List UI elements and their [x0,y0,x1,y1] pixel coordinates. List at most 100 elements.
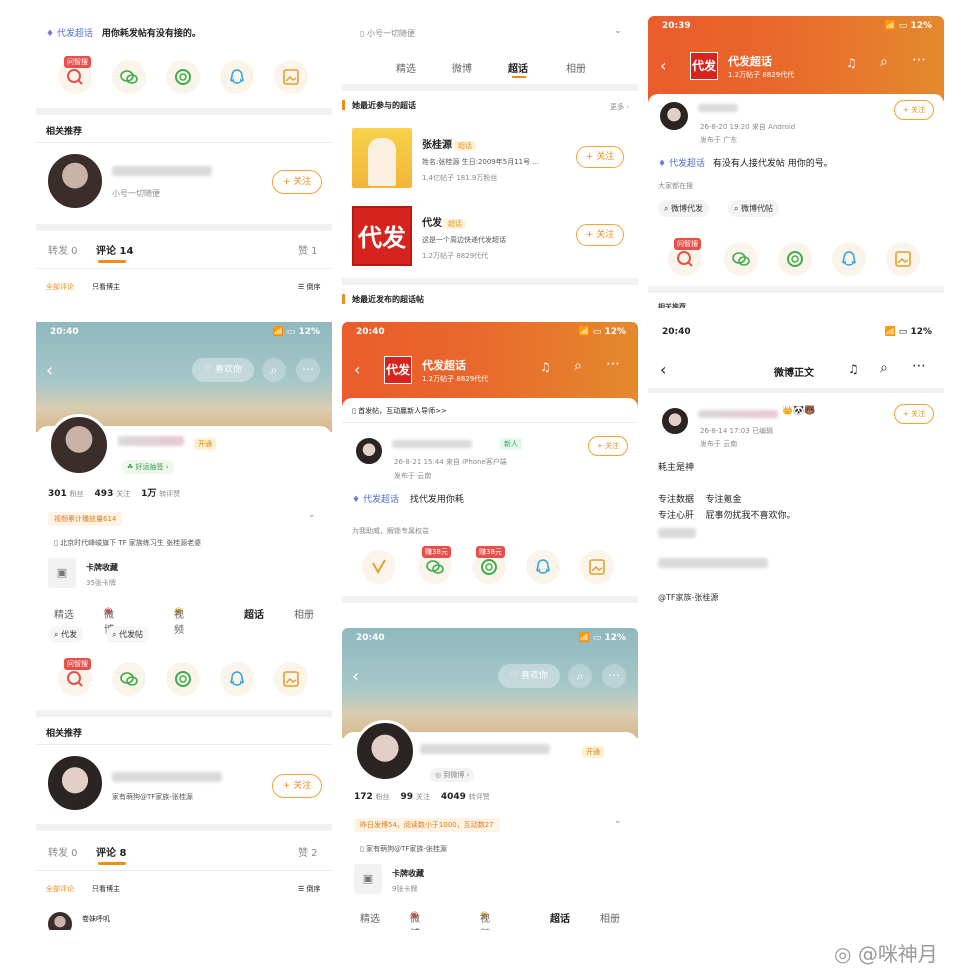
likes-count[interactable]: 4049 [441,792,466,802]
mention-link[interactable]: @TF家族-张桂源 [658,592,718,603]
card-title[interactable]: 卡牌收藏 [392,868,424,879]
more-icon[interactable]: ⋯ [606,356,620,372]
search-chip[interactable]: ⌕ 微博代帖 [728,200,780,217]
moments-share-icon[interactable] [166,60,200,94]
back-arrow-icon[interactable]: ‹ [46,360,53,381]
chevron-down-icon[interactable]: ⌄ [614,26,622,36]
follow-button[interactable]: + 关注 [272,170,322,194]
profile-avatar[interactable] [48,414,110,476]
notice-bar[interactable]: ▯ 首发帖，互动赢新人导师>> [352,406,447,416]
commenter-name[interactable]: 卷妹呼叽 [82,914,110,924]
avatar[interactable] [46,152,104,210]
search-icon[interactable]: ⌕ [568,664,592,688]
like-button[interactable]: ♡ 喜欢你 [498,664,560,688]
search-chip[interactable]: ⌕ 代发 [48,626,84,643]
topic-link[interactable]: 代发超话 [57,29,93,39]
listen-icon[interactable]: ♫ [540,360,551,374]
topic-link[interactable]: 代发超话 [363,495,399,505]
follow-button[interactable]: + 关注 [894,404,934,424]
moments-share-icon[interactable] [778,242,812,276]
avatar[interactable] [660,406,690,436]
checkin-badge[interactable]: ☘ 好运抽签 › [122,460,174,474]
more-icon[interactable]: ⋯ [296,358,320,382]
card-collection-icon[interactable]: ▣ [354,864,382,894]
following-count[interactable]: 493 [95,489,114,499]
wechat-share-icon[interactable] [112,662,146,696]
back-arrow-icon[interactable]: ‹ [352,666,359,687]
chevron-down-icon[interactable]: ⌄ [308,510,316,520]
save-image-icon[interactable] [274,60,308,94]
tab-forward[interactable]: 转发 0 [48,844,78,859]
avatar[interactable] [46,910,74,930]
search-chip[interactable]: ⌕ 代发帖 [106,626,150,643]
follow-button[interactable]: + 关注 [588,436,628,456]
follow-button[interactable]: + 关注 [576,146,624,168]
tab-comment[interactable]: 评论 8 [96,844,126,859]
filter-all[interactable]: 全部评论 [46,884,74,894]
tab-forward[interactable]: 转发 0 [48,242,78,257]
save-image-icon[interactable] [274,662,308,696]
tab-featured[interactable]: 精选 [360,910,380,925]
save-image-icon[interactable] [886,242,920,276]
followers-count[interactable]: 301 [48,489,67,499]
sort-toggle[interactable]: ☰ 倒序 [298,884,321,894]
chevron-down-icon[interactable]: ⌄ [614,816,622,826]
qq-share-icon[interactable] [220,662,254,696]
back-arrow-icon[interactable]: ‹ [660,360,666,379]
tab-supertopic[interactable]: 超话 [244,606,264,621]
sub-badge[interactable]: ◎ 到微博 › [430,768,475,782]
moments-share-icon[interactable] [166,662,200,696]
topic-link[interactable]: 代发超话 [669,159,705,169]
follow-button[interactable]: + 关注 [272,774,322,798]
honor-badge[interactable]: 昨日发博54，阅读数小于1000，互动数27 [354,818,500,832]
back-arrow-icon[interactable]: ‹ [354,360,360,379]
avatar[interactable] [46,754,104,812]
tab-weibo[interactable]: 微博 [452,60,472,75]
honor-badge[interactable]: 视频累计播放量614 [48,512,123,526]
tab-featured[interactable]: 精选 [396,60,416,75]
listen-icon[interactable]: ♫ [848,362,859,376]
sort-toggle[interactable]: ☰ 倒序 [298,282,321,292]
search-chip[interactable]: ⌕ 微博代发 [658,200,710,217]
boost-icon[interactable] [362,550,396,584]
search-icon[interactable]: ⌕ [880,54,888,70]
listen-icon[interactable]: ♫ [846,56,857,70]
search-icon[interactable]: ⌕ [574,358,582,374]
topic-name[interactable]: 张桂源 超话 [422,136,476,151]
qq-share-icon[interactable] [526,550,560,584]
followers-count[interactable]: 172 [354,792,373,802]
more-icon[interactable]: ⋯ [912,52,926,68]
supertopic-cover[interactable] [352,128,412,188]
filter-all[interactable]: 全部评论 [46,282,74,292]
more-icon[interactable]: ⋯ [602,664,626,688]
daifa-cover[interactable]: 代发 [352,206,412,266]
tab-featured[interactable]: 精选 [54,606,74,621]
qq-share-icon[interactable] [220,60,254,94]
wechat-share-icon[interactable] [112,60,146,94]
wechat-share-icon[interactable] [724,242,758,276]
vip-badge[interactable]: 开通 [194,438,216,450]
qq-share-icon[interactable] [832,242,866,276]
tab-album[interactable]: 相册 [566,60,586,75]
tab-album[interactable]: 相册 [294,606,314,621]
more-icon[interactable]: ⋯ [912,358,926,374]
tab-like[interactable]: 赞 1 [298,242,318,257]
topic-name[interactable]: 代发 超话 [422,214,466,229]
following-count[interactable]: 99 [401,792,414,802]
likes-count[interactable]: 1万 [141,489,156,499]
tab-like[interactable]: 赞 2 [298,844,318,859]
filter-author[interactable]: 只看博主 [92,282,120,292]
search-icon[interactable]: ⌕ [262,358,286,382]
vip-badge[interactable]: 开通 [582,746,604,758]
follow-button[interactable]: + 关注 [576,224,624,246]
tab-supertopic[interactable]: 超话 [550,910,570,925]
more-link[interactable]: 更多 › [610,102,629,112]
save-image-icon[interactable] [580,550,614,584]
follow-button[interactable]: + 关注 [894,100,934,120]
search-icon[interactable]: ⌕ [880,360,888,376]
back-arrow-icon[interactable]: ‹ [660,56,666,75]
profile-avatar[interactable] [354,720,416,782]
tab-album[interactable]: 相册 [600,910,620,925]
tab-supertopic[interactable]: 超话 [508,60,528,75]
avatar[interactable] [354,436,384,466]
